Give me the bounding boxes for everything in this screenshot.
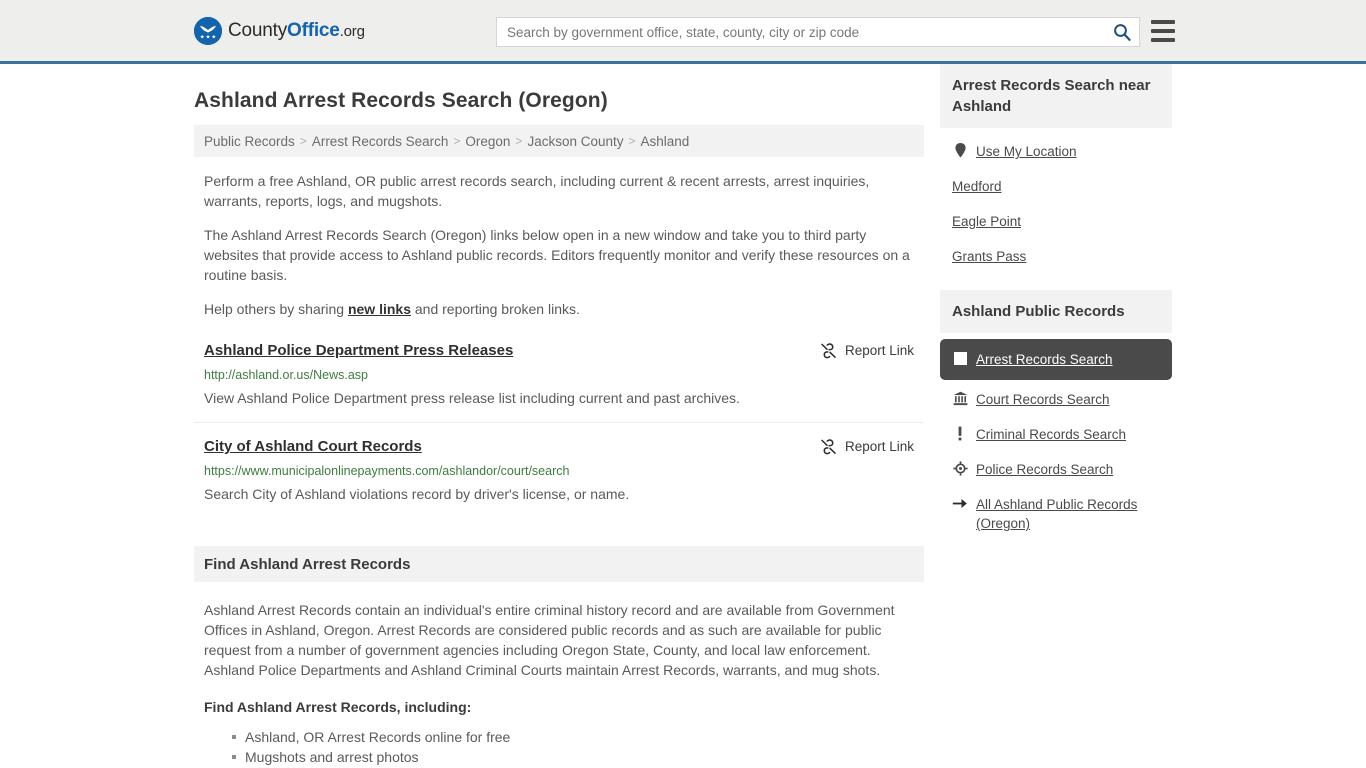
- resource-title-link[interactable]: Ashland Police Department Press Releases: [204, 341, 513, 361]
- search-icon: [1114, 24, 1131, 41]
- sidebar-item-grants-pass[interactable]: Grants Pass: [940, 239, 1172, 274]
- sidebar-item-label: Court Records Search: [976, 392, 1110, 407]
- breadcrumb-item-public-records[interactable]: Public Records: [204, 134, 295, 149]
- sidebar-item-medford[interactable]: Medford: [940, 169, 1172, 204]
- sidebar-item-police-records-search[interactable]: Police Records Search: [940, 452, 1172, 487]
- intro-p3-before: Help others by sharing: [204, 301, 348, 317]
- resource-url: https://www.municipalonlinepayments.com/…: [204, 464, 570, 478]
- page-title: Ashland Arrest Records Search (Oregon): [194, 89, 608, 112]
- sidebar-item-label: All Ashland Public Records (Oregon): [976, 497, 1138, 531]
- logo-text-part1: County: [228, 19, 288, 41]
- sidebar-item-label: Police Records Search: [976, 462, 1114, 477]
- breadcrumb: Public Records > Arrest Records Search >…: [194, 125, 924, 157]
- sidebar-item-label: Eagle Point: [952, 214, 1022, 229]
- find-records-subheading: Find Ashland Arrest Records, including:: [204, 699, 472, 715]
- arrow-right-icon: [952, 495, 968, 512]
- sidebar-public-records-list: Arrest Records Search Court Records Sear…: [940, 333, 1172, 541]
- find-records-body: Ashland Arrest Records contain an indivi…: [194, 600, 924, 768]
- sidebar-item-use-my-location[interactable]: Use My Location: [940, 134, 1172, 169]
- sidebar-item-eagle-point[interactable]: Eagle Point: [940, 204, 1172, 239]
- sidebar-public-records-heading: Ashland Public Records: [940, 290, 1172, 333]
- broken-link-icon: [821, 343, 836, 359]
- sidebar-item-criminal-records-search[interactable]: Criminal Records Search: [940, 417, 1172, 452]
- breadcrumb-separator: >: [515, 134, 523, 148]
- resource-url: http://ashland.or.us/News.asp: [204, 368, 368, 382]
- resource-title-link[interactable]: City of Ashland Court Records: [204, 437, 422, 457]
- intro-paragraph-3: Help others by sharing new links and rep…: [194, 299, 924, 319]
- hamburger-menu-icon[interactable]: [1151, 20, 1175, 42]
- search-button[interactable]: [1105, 18, 1139, 46]
- list-item-header: Ashland Police Department Press Releases…: [204, 341, 914, 361]
- breadcrumb-item-ashland[interactable]: Ashland: [641, 134, 690, 149]
- find-records-paragraph: Ashland Arrest Records contain an indivi…: [204, 602, 895, 678]
- eagle-shield-logo-icon: [194, 16, 222, 45]
- list-item-header: City of Ashland Court Records Report Lin…: [204, 437, 914, 457]
- list-item: City of Ashland Court Records Report Lin…: [194, 437, 924, 518]
- sidebar-item-label: Arrest Records Search: [976, 352, 1113, 367]
- list-item: Mugshots and arrest photos: [232, 747, 914, 767]
- broken-link-icon: [821, 439, 836, 455]
- intro-p3-after: and reporting broken links.: [411, 301, 580, 317]
- site-logo-text: CountyOffice.org: [228, 20, 365, 42]
- intro-paragraph-2: The Ashland Arrest Records Search (Orego…: [204, 227, 910, 283]
- sidebar-item-label: Use My Location: [976, 144, 1077, 159]
- sidebar-item-court-records-search[interactable]: Court Records Search: [940, 382, 1172, 417]
- resource-link-list: Ashland Police Department Press Releases…: [194, 341, 924, 518]
- intro-paragraph-1: Perform a free Ashland, OR public arrest…: [204, 173, 870, 209]
- find-records-heading: Find Ashland Arrest Records: [194, 546, 924, 582]
- sidebar: Arrest Records Search near Ashland Use M…: [940, 64, 1172, 557]
- map-pin-icon: [952, 142, 968, 159]
- police-badge-icon: [952, 460, 968, 477]
- report-link-button[interactable]: Report Link: [820, 341, 914, 359]
- exclamation-icon: [952, 425, 968, 442]
- sidebar-item-label: Grants Pass: [952, 249, 1027, 264]
- intro-text: Perform a free Ashland, OR public arrest…: [194, 171, 924, 319]
- report-link-label: Report Link: [844, 343, 914, 358]
- sidebar-public-records-box: Ashland Public Records Arrest Records Se…: [940, 290, 1172, 541]
- page-body: Ashland Arrest Records Search (Oregon) P…: [0, 64, 1366, 768]
- sidebar-nearby-heading: Arrest Records Search near Ashland: [940, 64, 1172, 128]
- breadcrumb-item-oregon[interactable]: Oregon: [465, 134, 510, 149]
- sidebar-nearby-box: Arrest Records Search near Ashland Use M…: [940, 64, 1172, 274]
- logo-text-part2: Office: [287, 19, 340, 41]
- sidebar-item-arrest-records-search[interactable]: Arrest Records Search: [940, 339, 1172, 380]
- site-header: CountyOffice.org: [0, 0, 1366, 64]
- logo-text-part3: .org: [339, 22, 365, 40]
- resource-description: Search City of Ashland violations record…: [204, 486, 630, 502]
- search-input[interactable]: [497, 19, 1105, 45]
- breadcrumb-item-arrest-records-search[interactable]: Arrest Records Search: [312, 134, 449, 149]
- site-logo[interactable]: CountyOffice.org: [194, 16, 365, 45]
- main-content: Ashland Arrest Records Search (Oregon) P…: [194, 64, 924, 768]
- resource-description: View Ashland Police Department press rel…: [204, 390, 740, 406]
- breadcrumb-separator: >: [628, 134, 636, 148]
- new-links-link[interactable]: new links: [348, 301, 411, 317]
- sidebar-item-all-ashland-public-records[interactable]: All Ashland Public Records (Oregon): [940, 487, 1172, 541]
- breadcrumb-separator: >: [453, 134, 461, 148]
- sidebar-nearby-list: Use My Location Medford Eagle Point Gran…: [940, 128, 1172, 274]
- find-records-bullet-list: Ashland, OR Arrest Records online for fr…: [204, 727, 914, 768]
- courthouse-icon: [952, 390, 968, 407]
- breadcrumb-item-jackson-county[interactable]: Jackson County: [527, 134, 623, 149]
- square-icon: [952, 350, 968, 367]
- report-link-label: Report Link: [844, 439, 914, 454]
- list-item: Ashland Police Department Press Releases…: [194, 341, 924, 423]
- list-item: Ashland, OR Arrest Records online for fr…: [232, 727, 914, 747]
- search-bar: [496, 17, 1140, 47]
- sidebar-item-label: Medford: [952, 179, 1002, 194]
- sidebar-item-label: Criminal Records Search: [976, 427, 1127, 442]
- breadcrumb-separator: >: [299, 134, 307, 148]
- report-link-button[interactable]: Report Link: [820, 437, 914, 455]
